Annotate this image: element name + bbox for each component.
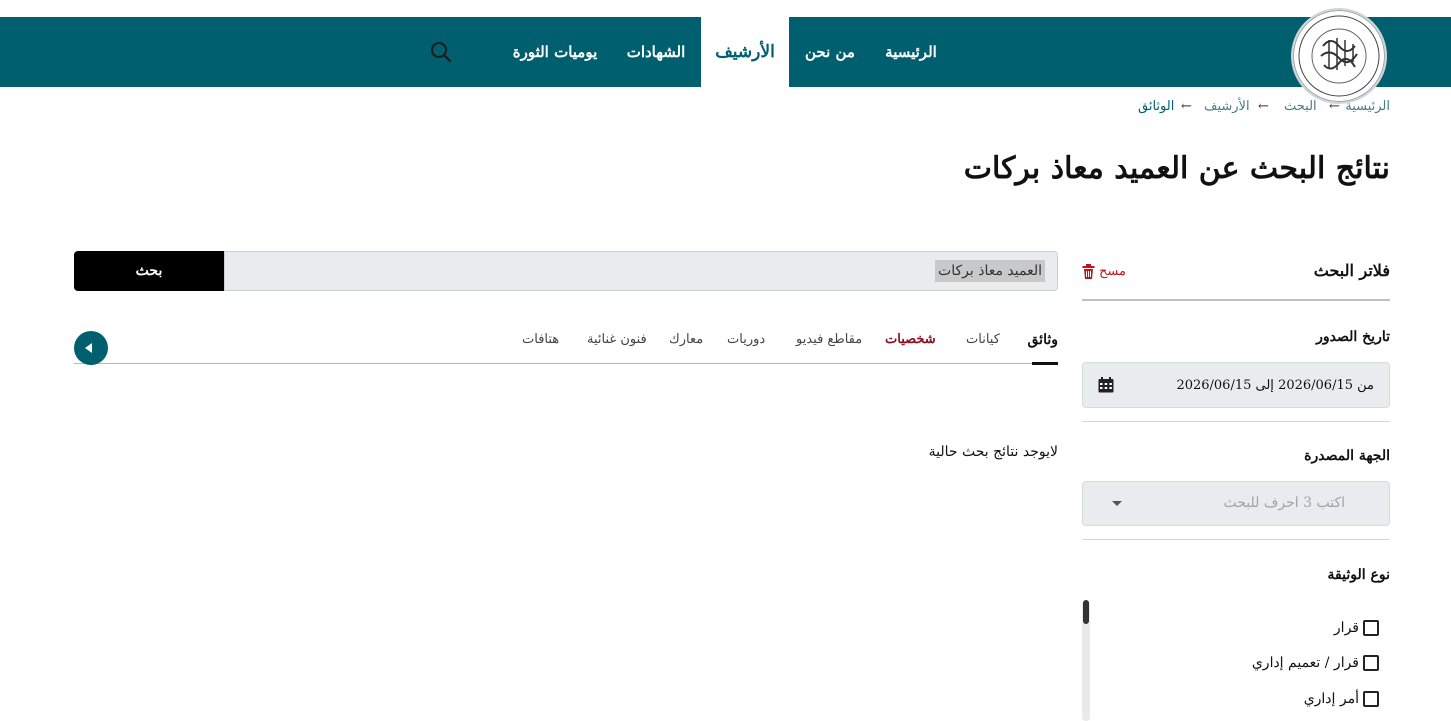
search-input-value[interactable]: العميد معاذ بركات	[935, 260, 1045, 282]
doc-type-option[interactable]: قرار	[1334, 617, 1379, 639]
checkbox[interactable]	[1363, 691, 1379, 707]
checkbox[interactable]	[1363, 620, 1379, 636]
filter-divider	[1082, 539, 1390, 540]
search-button[interactable]: بحث	[74, 251, 224, 291]
tabs-scroll-left-button[interactable]	[74, 331, 108, 365]
breadcrumb-archive[interactable]: الأرشيف	[1204, 99, 1250, 114]
filter-divider	[1082, 421, 1390, 422]
nav-testimonies[interactable]: الشهادات	[614, 17, 698, 87]
syrian-memory-institution-logo[interactable]	[1291, 8, 1387, 104]
clear-filters-button[interactable]: مسح	[1082, 262, 1126, 280]
breadcrumb-arrow-icon: ←	[1181, 99, 1192, 114]
tab-songs[interactable]: فنون غنائية	[587, 332, 647, 347]
tab-persons[interactable]: شخصيات	[885, 332, 936, 347]
active-tab-indicator	[1032, 362, 1058, 365]
search-icon[interactable]	[429, 40, 453, 64]
issuer-filter-label: الجهة المصدرة	[1304, 448, 1390, 464]
nav-about[interactable]: من نحن	[790, 17, 870, 87]
nav-archive[interactable]: الأرشيف	[701, 17, 789, 87]
clear-filters-label: مسح	[1099, 263, 1126, 279]
tab-battles[interactable]: معارك	[669, 332, 703, 347]
filters-title: فلاتر البحث	[1313, 261, 1390, 280]
doc-type-option-label: قرار / تعميم إداري	[1251, 655, 1359, 671]
doc-type-option-label: أمر إداري	[1303, 691, 1359, 707]
date-range-value: من 2026/06/15 إلى 2026/06/15	[1176, 378, 1374, 393]
nav-revolution-diary[interactable]: يوميات الثورة	[508, 17, 602, 87]
doc-type-scrollbar-thumb[interactable]	[1083, 600, 1089, 624]
doc-type-filter-label: نوع الوثيقة	[1327, 567, 1390, 583]
tab-periodicals[interactable]: دوريات	[727, 332, 765, 347]
tab-chants[interactable]: هتافات	[522, 332, 559, 347]
tab-videos[interactable]: مقاطع فيديو	[796, 332, 862, 347]
date-filter-label: تاريخ الصدور	[1316, 329, 1390, 345]
breadcrumb-search[interactable]: البحث	[1284, 99, 1317, 114]
date-range-field[interactable]: من 2026/06/15 إلى 2026/06/15	[1082, 362, 1390, 408]
breadcrumb-documents: الوثائق	[1138, 99, 1175, 114]
page-title: نتائج البحث عن العميد معاذ بركات	[963, 151, 1390, 186]
chevron-down-icon	[1112, 501, 1122, 506]
search-input[interactable]	[224, 251, 1058, 291]
filters-divider	[1082, 299, 1390, 301]
breadcrumb-arrow-icon: ←	[1329, 99, 1340, 114]
breadcrumb-arrow-icon: ←	[1258, 99, 1269, 114]
doc-type-option[interactable]: قرار / تعميم إداري	[1252, 652, 1379, 674]
tab-entities[interactable]: كيانات	[966, 332, 1000, 347]
tab-documents[interactable]: وثائق	[1028, 332, 1059, 348]
no-results-message: لايوجد نتائج بحث حالية	[928, 444, 1058, 460]
issuer-select-placeholder: اكتب 3 احرف للبحث	[1223, 495, 1346, 511]
tabs-divider	[74, 363, 1058, 364]
breadcrumb-home[interactable]: الرئيسية	[1345, 99, 1390, 114]
nav-home[interactable]: الرئيسية	[876, 17, 946, 87]
doc-type-option[interactable]: أمر إداري	[1304, 688, 1379, 710]
calendar-icon[interactable]	[1098, 377, 1114, 393]
checkbox[interactable]	[1363, 655, 1379, 671]
logo-emblem-icon	[1298, 15, 1380, 97]
issuer-select[interactable]: اكتب 3 احرف للبحث	[1082, 481, 1390, 526]
doc-type-option-label: قرار	[1333, 620, 1359, 636]
trash-icon	[1082, 263, 1095, 279]
